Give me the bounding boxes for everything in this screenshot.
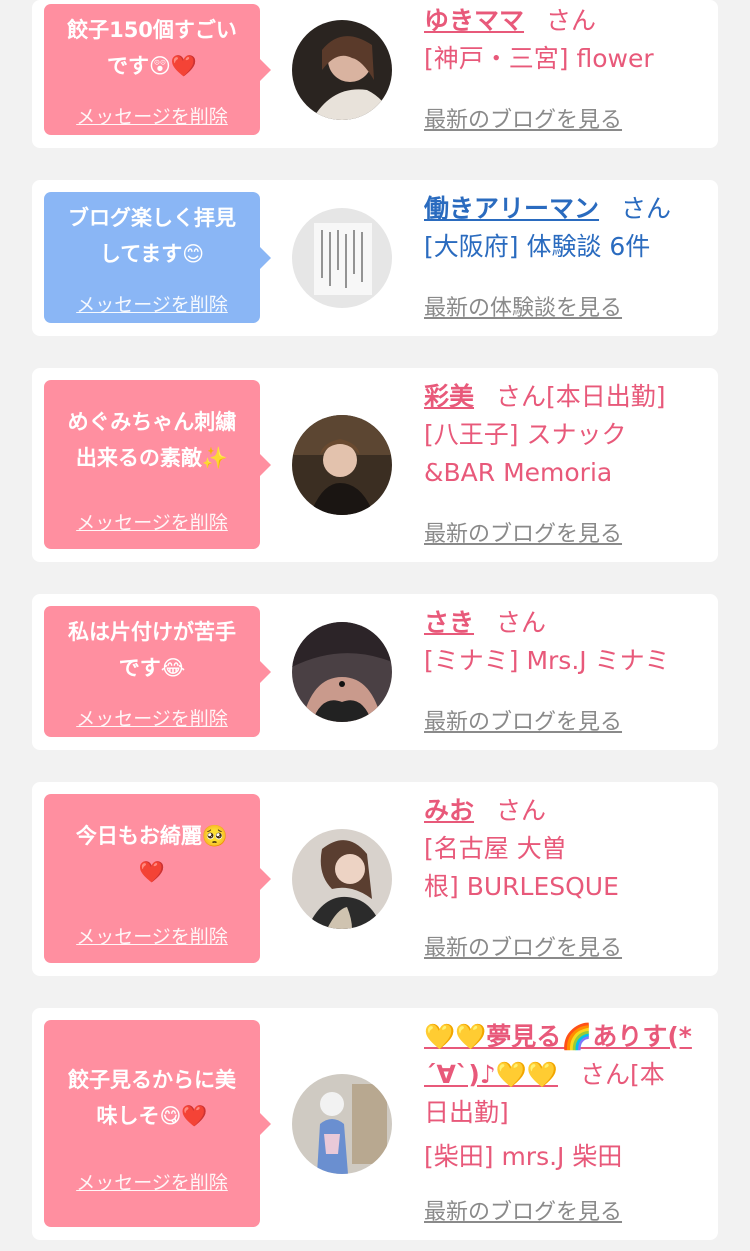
user-info: みお さん [名古屋 大曽 根] BURLESQUE [424, 792, 714, 906]
woman-photo-icon [292, 415, 392, 515]
user-info: ゆきママ さん [神戸・三宮] flower [424, 2, 714, 78]
avatar[interactable] [292, 829, 392, 929]
woman-photo-icon [292, 20, 392, 120]
message-card: 私は片付けが苦手 です😂 メッセージを削除 さき さん [ミナミ] Mrs.J ミ… [32, 594, 718, 750]
message-bubble: ブログ楽しく拝見 してます😊 メッセージを削除 [44, 192, 271, 323]
message-text: 餃子見るからに美 味しそ😋❤️ [68, 1068, 236, 1128]
delete-message-link[interactable]: メッセージを削除 [44, 922, 260, 949]
handwritten-note-icon [292, 208, 392, 308]
message-card: 餃子見るからに美 味しそ😋❤️ メッセージを削除 💛💛夢見る🌈ありす(* ´∀`)… [32, 1008, 718, 1240]
latest-review-link[interactable]: 最新の体験談を見る [424, 290, 622, 322]
message-text: 餃子150個すごい です😲❤️ [67, 18, 237, 78]
message-bubble: めぐみちゃん刺繍 出来るの素敵✨ メッセージを削除 [44, 380, 271, 549]
location-text: [名古屋 大曽 根] BURLESQUE [424, 834, 619, 901]
avatar[interactable] [292, 415, 392, 515]
user-info: 働きアリーマン さん [大阪府] 体験談 6件 [424, 190, 714, 266]
message-text: めぐみちゃん刺繍 出来るの素敵✨ [67, 410, 237, 470]
message-bubble: 餃子150個すごい です😲❤️ メッセージを削除 [44, 4, 271, 135]
user-info: 💛💛夢見る🌈ありす(* ´∀`)♪💛💛 さん[本 日出勤] [柴田] mrs.J 柴田 [424, 1018, 714, 1176]
location-text: [ミナミ] Mrs.J ミナミ [424, 646, 670, 675]
honorific: さん[本 [579, 1060, 665, 1089]
latest-blog-link[interactable]: 最新のブログを見る [424, 1194, 622, 1226]
message-text: 今日もお綺麗🥺 ❤️ [75, 824, 229, 884]
message-card: 餃子150個すごい です😲❤️ メッセージを削除 ゆきママ さん [神戸・三宮] … [32, 0, 718, 148]
woman-kimono-photo-icon [292, 1074, 392, 1174]
latest-blog-link[interactable]: 最新のブログを見る [424, 102, 622, 134]
honorific: さん [496, 796, 547, 825]
location-text: [柴田] mrs.J 柴田 [424, 1142, 623, 1171]
user-name-link[interactable]: 彩美 [424, 382, 474, 411]
user-name-link[interactable]: さき [424, 608, 474, 637]
message-bubble: 今日もお綺麗🥺 ❤️ メッセージを削除 [44, 794, 271, 963]
message-bubble: 餃子見るからに美 味しそ😋❤️ メッセージを削除 [44, 1020, 271, 1227]
location-text: [八王子] スナック &BAR Memoria [424, 420, 627, 487]
message-bubble: 私は片付けが苦手 です😂 メッセージを削除 [44, 606, 271, 737]
location-text: [神戸・三宮] flower [424, 44, 654, 73]
honorific-continued: 日出勤] [424, 1098, 509, 1127]
latest-blog-link[interactable]: 最新のブログを見る [424, 704, 622, 736]
user-info: 彩美 さん[本日出勤] [八王子] スナック &BAR Memoria [424, 378, 714, 492]
delete-message-link[interactable]: メッセージを削除 [44, 704, 260, 731]
avatar[interactable] [292, 208, 392, 308]
location-text: [大阪府] 体験談 6件 [424, 232, 651, 261]
avatar[interactable] [292, 622, 392, 722]
delete-message-link[interactable]: メッセージを削除 [44, 508, 260, 535]
avatar[interactable] [292, 20, 392, 120]
honorific: さん [621, 194, 672, 223]
avatar[interactable] [292, 1074, 392, 1174]
delete-message-link[interactable]: メッセージを削除 [44, 290, 260, 317]
user-info: さき さん [ミナミ] Mrs.J ミナミ [424, 604, 714, 680]
message-card: ブログ楽しく拝見 してます😊 メッセージを削除 働きアリーマン さん [大阪府] … [32, 180, 718, 336]
latest-blog-link[interactable]: 最新のブログを見る [424, 930, 622, 962]
message-card: 今日もお綺麗🥺 ❤️ メッセージを削除 みお さん [名古屋 大曽 根] BURL… [32, 782, 718, 976]
latest-blog-link[interactable]: 最新のブログを見る [424, 516, 622, 548]
honorific: さん [546, 6, 597, 35]
message-card: めぐみちゃん刺繍 出来るの素敵✨ メッセージを削除 彩美 さん[本日出勤] [八王… [32, 368, 718, 562]
user-name-link[interactable]: 働きアリーマン [424, 194, 599, 223]
user-name-link[interactable]: ゆきママ [424, 6, 524, 35]
delete-message-link[interactable]: メッセージを削除 [44, 1168, 260, 1195]
honorific: さん[本日出勤] [496, 382, 666, 411]
message-text: ブログ楽しく拝見 してます😊 [68, 206, 236, 266]
message-text: 私は片付けが苦手 です😂 [68, 620, 236, 680]
woman-photo-icon [292, 829, 392, 929]
user-name-link[interactable]: みお [424, 796, 474, 825]
delete-message-link[interactable]: メッセージを削除 [44, 102, 260, 129]
honorific: さん [496, 608, 547, 637]
woman-photo-icon [292, 622, 392, 722]
